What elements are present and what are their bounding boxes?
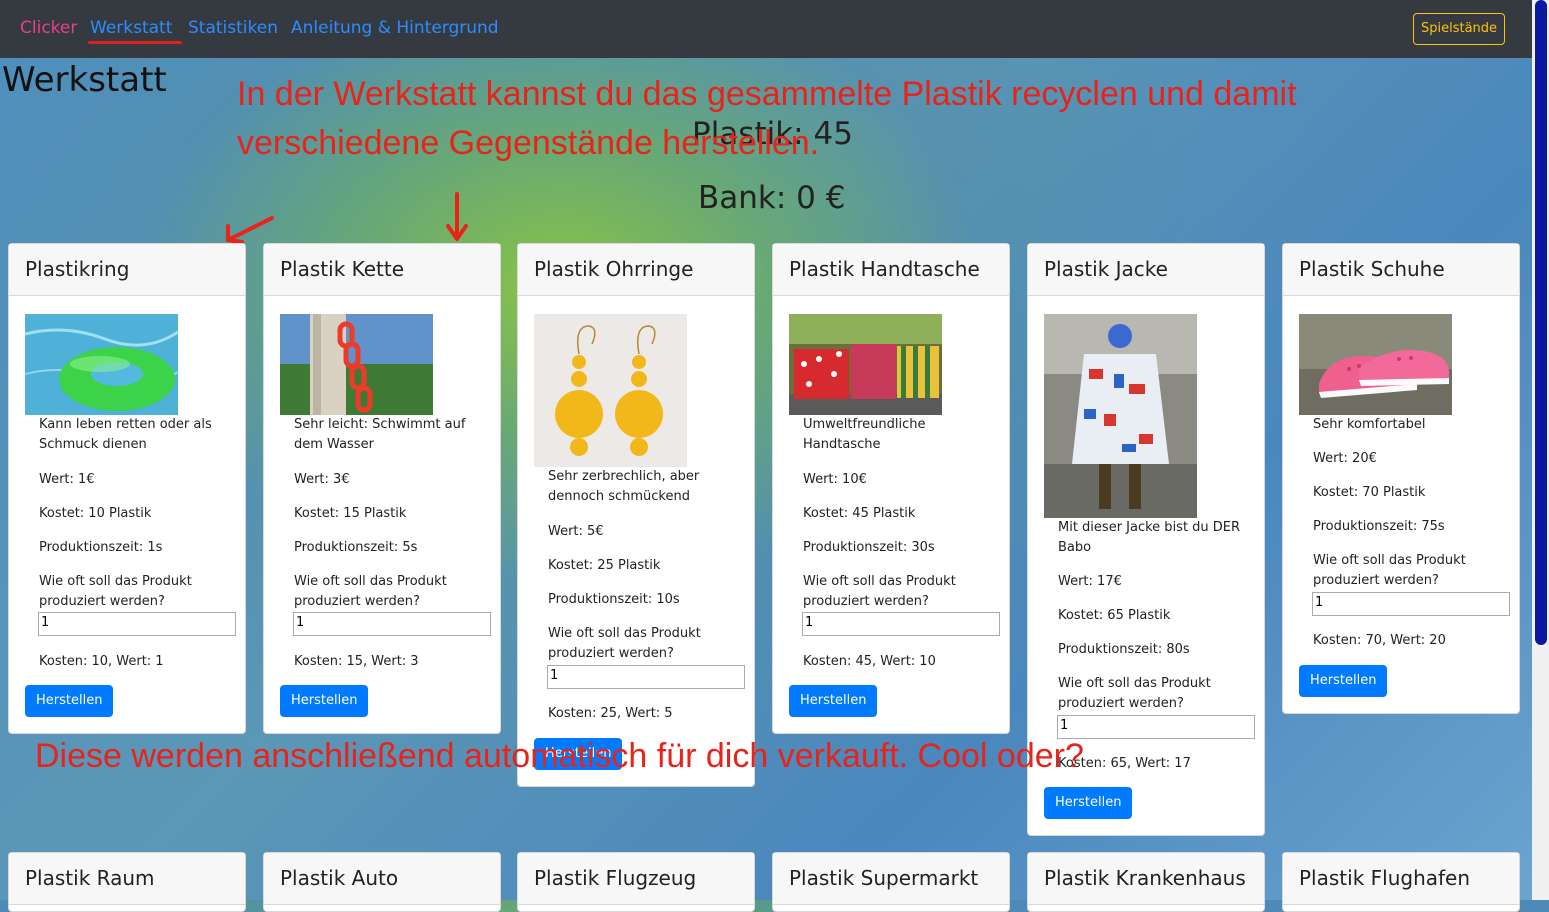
product-wert: Wert: 5€ bbox=[548, 524, 604, 539]
product-wert: Wert: 1€ bbox=[39, 472, 95, 487]
product-wert: Wert: 20€ bbox=[1313, 451, 1377, 466]
product-summary: Kosten: 70, Wert: 20 bbox=[1313, 633, 1446, 648]
product-card-handtasche: Plastik Handtasche Umweltfreundliche Han… bbox=[772, 243, 1010, 734]
product-title: Plastik Supermarkt bbox=[773, 853, 1009, 905]
product-kostet: Kostet: 70 Plastik bbox=[1313, 485, 1426, 500]
product-summary: Kosten: 25, Wert: 5 bbox=[548, 706, 673, 721]
production-question: Wie oft soll das Produkt produziert werd… bbox=[803, 574, 956, 609]
annotation-bottom: Diese werden anschließend automatisch fü… bbox=[35, 737, 1084, 775]
nav-link-werkstatt[interactable]: Werkstatt bbox=[90, 18, 172, 38]
product-description: Sehr komfortabel bbox=[1313, 417, 1426, 432]
product-wert: Wert: 10€ bbox=[803, 472, 867, 487]
quantity-input[interactable]: 1 bbox=[547, 665, 745, 689]
page-title: Werkstatt bbox=[2, 60, 167, 100]
product-card-krankenhaus: Plastik Krankenhaus bbox=[1027, 852, 1265, 912]
swim-ring-image bbox=[25, 314, 178, 415]
product-wert: Wert: 3€ bbox=[294, 472, 350, 487]
product-card-plastikring: Plastikring Kann leben retten oder als S… bbox=[8, 243, 246, 734]
production-question: Wie oft soll das Produkt produziert werd… bbox=[1058, 676, 1211, 711]
product-card-flugzeug: Plastik Flugzeug bbox=[517, 852, 755, 912]
product-title: Plastik Flugzeug bbox=[518, 853, 754, 905]
product-description: Sehr leicht: Schwimmt auf dem Wasser bbox=[294, 417, 466, 452]
product-kostet: Kostet: 25 Plastik bbox=[548, 558, 661, 573]
product-description: Umweltfreundliche Handtasche bbox=[803, 417, 926, 452]
product-summary: Kosten: 10, Wert: 1 bbox=[39, 654, 164, 669]
quantity-input[interactable]: 1 bbox=[1312, 592, 1510, 616]
plastic-chain-image bbox=[280, 314, 433, 415]
product-summary: Kosten: 15, Wert: 3 bbox=[294, 654, 419, 669]
herstellen-button[interactable]: Herstellen bbox=[789, 685, 878, 717]
product-produktionszeit: Produktionszeit: 30s bbox=[803, 540, 935, 555]
annotation-underline bbox=[88, 41, 182, 44]
product-title: Plastik Schuhe bbox=[1283, 244, 1519, 296]
production-question: Wie oft soll das Produkt produziert werd… bbox=[294, 574, 447, 609]
product-description: Sehr zerbrechlich, aber dennoch schmücke… bbox=[548, 469, 700, 504]
herstellen-button[interactable]: Herstellen bbox=[1044, 787, 1133, 819]
product-title: Plastik Jacke bbox=[1028, 244, 1264, 296]
quantity-input[interactable]: 1 bbox=[802, 612, 1000, 636]
yellow-earrings-image bbox=[534, 314, 687, 467]
plastic-jacket-image bbox=[1044, 314, 1197, 518]
product-title: Plastik Krankenhaus bbox=[1028, 853, 1264, 905]
product-description: Kann leben retten oder als Schmuck diene… bbox=[39, 417, 212, 452]
handbags-image bbox=[789, 314, 942, 415]
quantity-input[interactable]: 1 bbox=[1057, 715, 1255, 739]
navbar: Clicker Werkstatt Statistiken Anleitung … bbox=[0, 0, 1532, 58]
arrow-left-icon bbox=[226, 216, 274, 242]
product-title: Plastik Raum bbox=[9, 853, 245, 905]
product-card-ohrringe: Plastik Ohrringe Sehr zerbrechlich, aber… bbox=[517, 243, 755, 787]
spielstaende-button[interactable]: Spielstände bbox=[1413, 13, 1505, 45]
product-produktionszeit: Produktionszeit: 5s bbox=[294, 540, 418, 555]
herstellen-button[interactable]: Herstellen bbox=[25, 685, 114, 717]
production-question: Wie oft soll das Produkt produziert werd… bbox=[1313, 553, 1466, 588]
product-card-kette: Plastik Kette Sehr leicht: Schwimmt auf … bbox=[263, 243, 501, 734]
product-title: Plastik Handtasche bbox=[773, 244, 1009, 296]
annotation-arrows bbox=[226, 192, 468, 244]
production-question: Wie oft soll das Produkt produziert werd… bbox=[39, 574, 192, 609]
nav-brand-clicker[interactable]: Clicker bbox=[20, 18, 77, 38]
product-card-raum: Plastik Raum bbox=[8, 852, 246, 912]
product-title: Plastik Auto bbox=[264, 853, 500, 905]
product-kostet: Kostet: 45 Plastik bbox=[803, 506, 916, 521]
pink-shoes-image bbox=[1299, 314, 1452, 415]
product-summary: Kosten: 65, Wert: 17 bbox=[1058, 756, 1191, 771]
nav-link-statistiken[interactable]: Statistiken bbox=[188, 18, 278, 38]
product-card-auto: Plastik Auto bbox=[263, 852, 501, 912]
herstellen-button[interactable]: Herstellen bbox=[280, 685, 369, 717]
quantity-input[interactable]: 1 bbox=[38, 612, 236, 636]
product-title: Plastik Ohrringe bbox=[518, 244, 754, 296]
scrollbar-thumb[interactable] bbox=[1535, 0, 1547, 645]
annotation-top: In der Werkstatt kannst du das gesammelt… bbox=[237, 75, 1297, 162]
product-produktionszeit: Produktionszeit: 10s bbox=[548, 592, 680, 607]
product-title: Plastik Kette bbox=[264, 244, 500, 296]
product-kostet: Kostet: 10 Plastik bbox=[39, 506, 152, 521]
production-question: Wie oft soll das Produkt produziert werd… bbox=[548, 626, 701, 661]
bank-balance: Bank: 0 € bbox=[698, 180, 846, 216]
product-produktionszeit: Produktionszeit: 75s bbox=[1313, 519, 1445, 534]
product-card-flughafen: Plastik Flughafen bbox=[1282, 852, 1520, 912]
herstellen-button[interactable]: Herstellen bbox=[1299, 665, 1388, 697]
product-card-supermarkt: Plastik Supermarkt bbox=[772, 852, 1010, 912]
nav-link-anleitung[interactable]: Anleitung & Hintergrund bbox=[291, 18, 499, 38]
quantity-input[interactable]: 1 bbox=[293, 612, 491, 636]
product-description: Mit dieser Jacke bist du DER Babo bbox=[1058, 520, 1241, 555]
product-kostet: Kostet: 15 Plastik bbox=[294, 506, 407, 521]
product-summary: Kosten: 45, Wert: 10 bbox=[803, 654, 936, 669]
product-produktionszeit: Produktionszeit: 80s bbox=[1058, 642, 1190, 657]
product-title: Plastik Flughafen bbox=[1283, 853, 1519, 905]
product-wert: Wert: 17€ bbox=[1058, 574, 1122, 589]
product-card-schuhe: Plastik Schuhe Sehr komfortabel Wert: 20… bbox=[1282, 243, 1520, 714]
product-produktionszeit: Produktionszeit: 1s bbox=[39, 540, 163, 555]
product-title: Plastikring bbox=[9, 244, 245, 296]
product-kostet: Kostet: 65 Plastik bbox=[1058, 608, 1171, 623]
